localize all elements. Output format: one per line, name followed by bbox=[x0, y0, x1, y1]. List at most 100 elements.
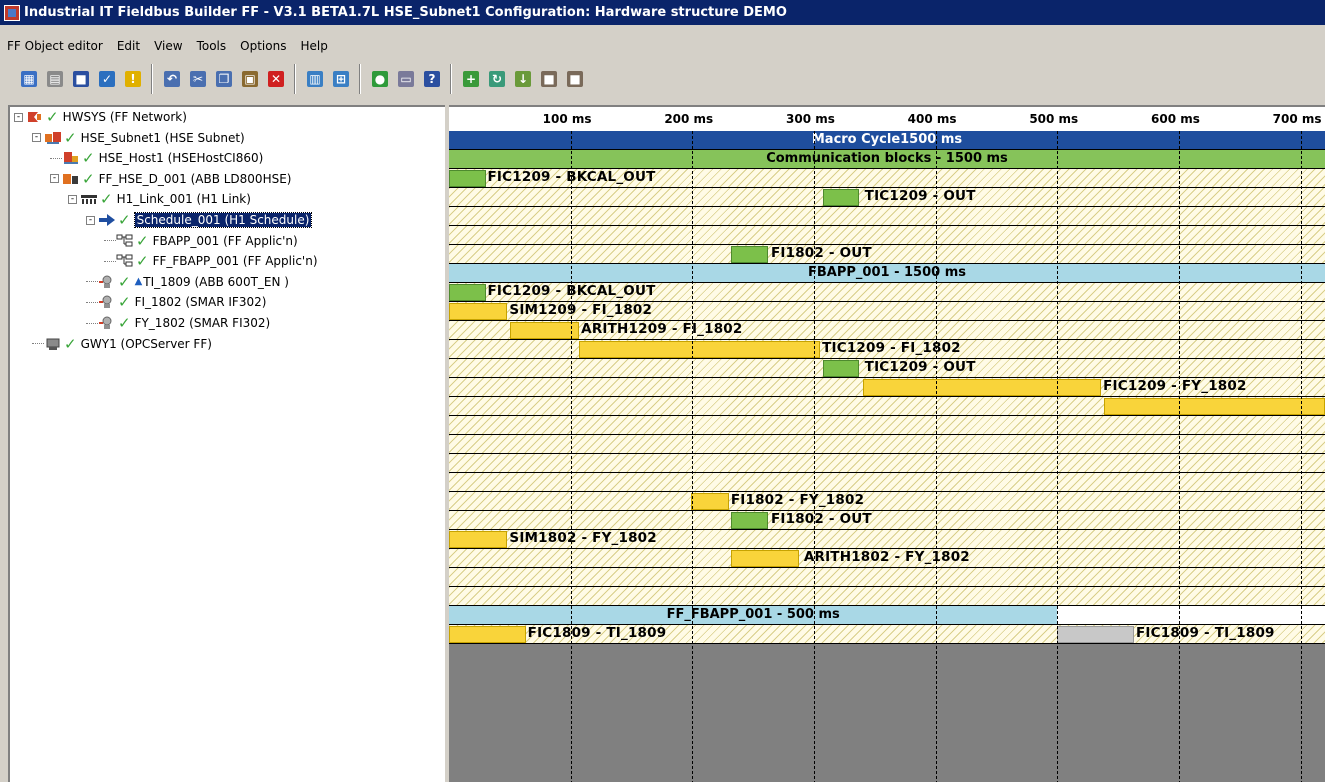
schedule-row[interactable]: TIC1209 - OUT bbox=[449, 188, 1325, 207]
schedule-row[interactable]: FI1802 - OUT bbox=[449, 511, 1325, 530]
schedule-row[interactable]: ARITH1209 - FI_1802 bbox=[449, 321, 1325, 340]
tree-item[interactable]: - ✓ HSE_Subnet1 (HSE Subnet) bbox=[32, 128, 245, 148]
schedule-row[interactable]: FIC1209 - BKCAL_OUT bbox=[449, 283, 1325, 302]
toolbar-group: ▥ ⊞ bbox=[295, 64, 360, 94]
stop2-button[interactable]: ■ bbox=[564, 68, 586, 90]
schedule-row[interactable]: FIC1809 - TI_1809 FIC1809 - TI_1809 bbox=[449, 625, 1325, 644]
schedule-gantt: 100 ms 200 ms 300 ms 400 ms 500 ms 600 ms 700 … bbox=[449, 105, 1325, 782]
schedule-row[interactable]: TIC1209 - FI_1802 bbox=[449, 340, 1325, 359]
table-button[interactable]: ▥ bbox=[304, 68, 326, 90]
undo-button[interactable]: ↶ bbox=[161, 68, 183, 90]
device-icon bbox=[62, 172, 80, 186]
collapse-toggle[interactable]: - bbox=[68, 194, 77, 204]
collapse-toggle[interactable]: - bbox=[50, 174, 59, 184]
tree-item[interactable]: ✓ ▲ TI_1809 (ABB 600T_EN ) bbox=[86, 272, 289, 292]
schedule-band[interactable]: Communication blocks - 1500 ms bbox=[449, 150, 1325, 169]
schedule-row[interactable]: SIM1802 - FY_1802 bbox=[449, 530, 1325, 549]
check-icon: ✓ bbox=[136, 231, 149, 250]
paste-button[interactable]: ▣ bbox=[239, 68, 261, 90]
schedule-row[interactable] bbox=[449, 568, 1325, 587]
function-block-bar[interactable] bbox=[579, 341, 821, 358]
function-block-bar[interactable] bbox=[1057, 626, 1134, 643]
schedule-row[interactable] bbox=[449, 416, 1325, 435]
cut-button[interactable]: ✂ bbox=[187, 68, 209, 90]
tree-item[interactable]: ✓ FBAPP_001 (FF Applic'n) bbox=[104, 231, 298, 251]
check-icon: ✓ bbox=[118, 293, 131, 312]
tree-item[interactable]: ✓ GWY1 (OPCServer FF) bbox=[32, 334, 212, 354]
print-button[interactable]: ▭ bbox=[395, 68, 417, 90]
tree-item[interactable]: ✓ FI_1802 (SMAR IF302) bbox=[86, 292, 266, 312]
schedule-row[interactable]: SIM1209 - FI_1802 bbox=[449, 302, 1325, 321]
save-button[interactable]: ■ bbox=[70, 68, 92, 90]
function-block-bar[interactable] bbox=[731, 512, 768, 529]
copy-button[interactable]: ❐ bbox=[213, 68, 235, 90]
schedule-row[interactable]: FI1802 - OUT bbox=[449, 245, 1325, 264]
schedule-row[interactable] bbox=[449, 473, 1325, 492]
help-button[interactable]: ? bbox=[421, 68, 443, 90]
warning-button[interactable]: ! bbox=[122, 68, 144, 90]
download-button[interactable]: ↓ bbox=[512, 68, 534, 90]
menu-ff-object-editor[interactable]: FF Object editor bbox=[0, 39, 110, 53]
tree-item[interactable]: ✓ FF_FBAPP_001 (FF Applic'n) bbox=[104, 251, 318, 271]
schedule-row[interactable] bbox=[449, 207, 1325, 226]
function-block-bar[interactable] bbox=[862, 379, 1102, 396]
function-block-bar[interactable] bbox=[731, 246, 768, 263]
tree-button[interactable]: ⊞ bbox=[330, 68, 352, 90]
schedule-band[interactable]: FBAPP_001 - 1500 ms bbox=[449, 264, 1325, 283]
tree-item[interactable]: ✓ HSE_Host1 (HSEHostCI860) bbox=[50, 148, 263, 168]
menu-options[interactable]: Options bbox=[233, 39, 293, 53]
schedule-row[interactable] bbox=[449, 587, 1325, 606]
tree-item[interactable]: - ✓ HWSYS (FF Network) bbox=[14, 107, 187, 127]
title-bar: Industrial IT Fieldbus Builder FF - V3.1… bbox=[0, 0, 1325, 25]
schedule-row[interactable]: FIC1209 - FY_1802 bbox=[449, 378, 1325, 397]
function-block-label: FI1802 - FY_1802 bbox=[730, 492, 865, 508]
tree-item[interactable]: - ✓ FF_HSE_D_001 (ABB LD800HSE) bbox=[50, 169, 291, 189]
function-block-bar[interactable] bbox=[449, 170, 486, 187]
schedule-row[interactable]: ARITH1802 - FY_1802 bbox=[449, 549, 1325, 568]
menu-view[interactable]: View bbox=[147, 39, 189, 53]
tree-item[interactable]: ✓ FY_1802 (SMAR FI302) bbox=[86, 313, 270, 333]
refresh-button[interactable]: ↻ bbox=[486, 68, 508, 90]
menu-edit[interactable]: Edit bbox=[110, 39, 147, 53]
function-block-bar[interactable] bbox=[822, 360, 860, 377]
function-block-bar[interactable] bbox=[1103, 398, 1325, 415]
disabled-button[interactable]: ▤ bbox=[44, 68, 66, 90]
schedule-band[interactable]: FF_FBAPP_001 - 500 ms bbox=[449, 606, 1325, 625]
function-block-bar[interactable] bbox=[691, 493, 729, 510]
check-button[interactable]: ✓ bbox=[96, 68, 118, 90]
toolbar-group: ↶ ✂ ❐ ▣ ✕ bbox=[152, 64, 295, 94]
function-block-bar[interactable] bbox=[449, 531, 508, 548]
collapse-toggle[interactable]: - bbox=[32, 133, 41, 143]
tree-connector bbox=[86, 301, 98, 303]
add-button[interactable]: + bbox=[460, 68, 482, 90]
schedule-row[interactable]: FIC1209 - BKCAL_OUT bbox=[449, 169, 1325, 188]
schedule-row[interactable]: FI1802 - FY_1802 bbox=[449, 492, 1325, 511]
collapse-toggle[interactable]: - bbox=[14, 112, 23, 122]
collapse-toggle[interactable]: - bbox=[86, 215, 95, 225]
function-block-bar[interactable] bbox=[822, 189, 860, 206]
function-block-label: TIC1209 - FI_1802 bbox=[822, 340, 961, 356]
schedule-band[interactable]: Macro Cycle1500 ms bbox=[449, 131, 1325, 150]
network-button[interactable]: ▦ bbox=[18, 68, 40, 90]
tree-item[interactable]: - ✓ Schedule_001 (H1 Schedule) bbox=[86, 210, 313, 230]
function-block-bar[interactable] bbox=[509, 322, 580, 339]
go-button[interactable]: ● bbox=[369, 68, 391, 90]
schedule-row[interactable] bbox=[449, 454, 1325, 473]
schedule-row[interactable] bbox=[449, 397, 1325, 416]
check-icon: ✓ bbox=[118, 211, 131, 229]
delete-button[interactable]: ✕ bbox=[265, 68, 287, 90]
schedule-row[interactable] bbox=[449, 226, 1325, 245]
menu-help[interactable]: Help bbox=[293, 39, 334, 53]
check-icon: ✓ bbox=[136, 252, 149, 271]
function-block-bar[interactable] bbox=[449, 284, 486, 301]
schedule-row[interactable]: TIC1209 - OUT bbox=[449, 359, 1325, 378]
menu-tools[interactable]: Tools bbox=[190, 39, 234, 53]
function-block-bar[interactable] bbox=[449, 303, 508, 320]
tree-item[interactable]: - ✓ H1_Link_001 (H1 Link) bbox=[68, 189, 251, 209]
tree-item-label: H1_Link_001 (H1 Link) bbox=[116, 192, 251, 207]
time-gridline bbox=[1057, 131, 1059, 782]
function-block-bar[interactable] bbox=[449, 626, 526, 643]
stop-button[interactable]: ■ bbox=[538, 68, 560, 90]
function-block-bar[interactable] bbox=[731, 550, 800, 567]
schedule-row[interactable] bbox=[449, 435, 1325, 454]
